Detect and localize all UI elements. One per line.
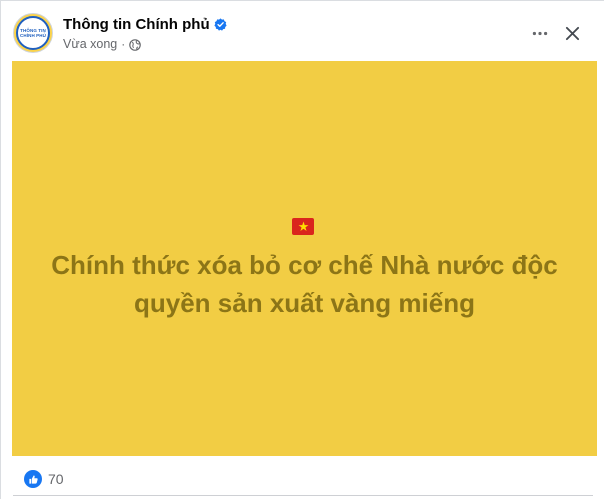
reaction-count[interactable]: 70 bbox=[48, 471, 64, 487]
separator-dot: · bbox=[121, 37, 126, 51]
post-header: THÔNG TIN CHÍNH PHỦ Thông tin Chính phủ … bbox=[13, 13, 227, 53]
post-text-line-2: quyền sản xuất vàng miếng bbox=[134, 288, 475, 318]
reactions-summary[interactable]: 70 bbox=[24, 470, 64, 488]
post-text-line-1: Chính thức xóa bỏ cơ chế Nhà nước độc bbox=[51, 250, 558, 280]
post-subinfo: Vừa xong · bbox=[63, 36, 227, 52]
post-background: Chính thức xóa bỏ cơ chế Nhà nước độc qu… bbox=[12, 61, 597, 456]
post-text: Chính thức xóa bỏ cơ chế Nhà nước độc qu… bbox=[12, 246, 597, 322]
divider bbox=[13, 495, 593, 496]
close-button[interactable] bbox=[557, 18, 587, 48]
verified-badge-icon bbox=[214, 17, 227, 31]
post-meta: Thông tin Chính phủ Vừa xong · bbox=[63, 14, 227, 52]
like-icon bbox=[24, 470, 42, 488]
timestamp[interactable]: Vừa xong bbox=[63, 37, 117, 51]
vietnam-flag-icon bbox=[292, 218, 314, 235]
more-options-button[interactable] bbox=[525, 18, 555, 48]
avatar-text-bottom: CHÍNH PHỦ bbox=[20, 33, 46, 38]
close-icon bbox=[565, 26, 579, 40]
page-name[interactable]: Thông tin Chính phủ bbox=[63, 16, 210, 33]
post-card: THÔNG TIN CHÍNH PHỦ Thông tin Chính phủ … bbox=[0, 0, 604, 499]
avatar[interactable]: THÔNG TIN CHÍNH PHỦ bbox=[13, 13, 53, 53]
name-row: Thông tin Chính phủ bbox=[63, 14, 227, 34]
globe-icon[interactable] bbox=[129, 38, 142, 51]
more-options-icon bbox=[532, 31, 548, 35]
avatar-logo: THÔNG TIN CHÍNH PHỦ bbox=[16, 16, 50, 50]
